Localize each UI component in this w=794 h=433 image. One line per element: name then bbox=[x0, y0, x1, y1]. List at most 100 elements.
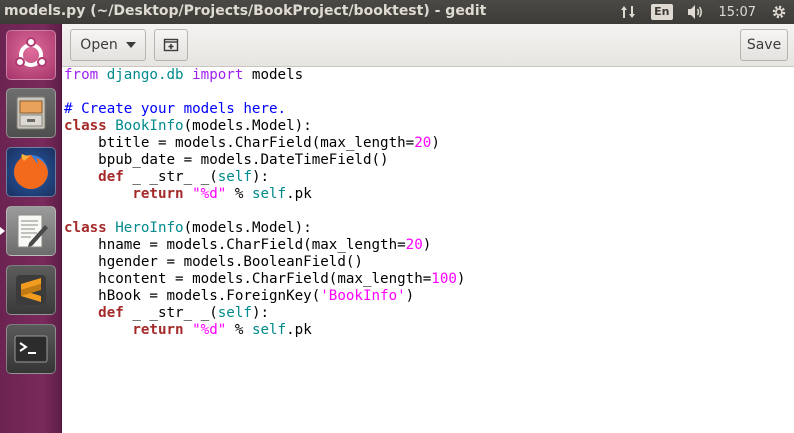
code-text: .pk bbox=[286, 186, 312, 202]
code-view[interactable]: from django.db import models # Create yo… bbox=[64, 67, 465, 339]
code-line[interactable]: return "%d" % self.pk bbox=[64, 186, 465, 203]
comment: # Create your models here. bbox=[64, 101, 287, 117]
self-token: self bbox=[251, 322, 287, 338]
ubuntu-logo-icon bbox=[15, 37, 47, 67]
code-line[interactable]: btitle = models.CharField(max_length=20) bbox=[64, 135, 465, 152]
clock[interactable]: 15:07 bbox=[719, 5, 756, 20]
text-editor-icon bbox=[17, 214, 48, 248]
code-text: bpub_date = models.DateTimeField() bbox=[64, 152, 389, 168]
code-text: ) bbox=[456, 271, 466, 287]
ubuntu-dash-button[interactable] bbox=[6, 30, 56, 80]
code-line[interactable]: bpub_date = models.DateTimeField() bbox=[64, 152, 465, 169]
save-button-label: Save bbox=[746, 37, 782, 53]
open-button-label: Open bbox=[80, 37, 118, 53]
code-text: ): bbox=[251, 305, 270, 321]
save-button[interactable]: Save bbox=[740, 29, 788, 61]
firefox-icon bbox=[14, 154, 48, 189]
gear-icon[interactable] bbox=[770, 3, 788, 21]
code-text: btitle = models.CharField(max_length= bbox=[64, 135, 415, 151]
code-text: hgender = models.BooleanField() bbox=[64, 254, 363, 270]
files-launcher-button[interactable] bbox=[6, 88, 56, 138]
keyword: class bbox=[64, 118, 107, 134]
toolbar: Open Save bbox=[62, 24, 794, 67]
code-text: hBook = models.ForeignKey( bbox=[64, 288, 321, 304]
code-text: ) bbox=[405, 288, 415, 304]
string-literal: "%d" bbox=[192, 322, 227, 338]
code-line[interactable]: hBook = models.ForeignKey('BookInfo') bbox=[64, 288, 465, 305]
self-token: self bbox=[217, 305, 252, 321]
keyword: def bbox=[98, 169, 124, 185]
new-document-button[interactable] bbox=[154, 29, 188, 61]
code-line[interactable]: hgender = models.BooleanField() bbox=[64, 254, 465, 271]
keyword: def bbox=[98, 305, 124, 321]
launcher bbox=[0, 24, 62, 433]
module-name: django.db bbox=[106, 67, 184, 83]
text-editor-launcher-button[interactable] bbox=[6, 206, 56, 256]
code-line[interactable]: from django.db import models bbox=[64, 67, 465, 84]
chevron-down-icon bbox=[125, 42, 136, 48]
self-token: self bbox=[251, 186, 287, 202]
code-line[interactable]: return "%d" % self.pk bbox=[64, 322, 465, 339]
self-token: self bbox=[217, 169, 252, 185]
code-line[interactable]: def _ _str_ _(self): bbox=[64, 305, 465, 322]
string-literal: 'BookInfo' bbox=[320, 288, 406, 304]
keyword: return bbox=[132, 322, 184, 338]
top-panel: models.py (~/Desktop/Projects/BookProjec… bbox=[0, 0, 794, 24]
code-text: % bbox=[226, 186, 252, 202]
code-text: .pk bbox=[286, 322, 312, 338]
code-text: ) bbox=[431, 135, 440, 151]
code-line[interactable] bbox=[64, 84, 465, 101]
code-line[interactable]: # Create your models here. bbox=[64, 101, 465, 118]
window-title: models.py (~/Desktop/Projects/BookProjec… bbox=[4, 3, 487, 19]
sublime-text-launcher-button[interactable] bbox=[6, 265, 56, 315]
code-text: _ _str_ _( bbox=[123, 169, 218, 185]
code-text: _ _str_ _( bbox=[123, 305, 218, 321]
keyboard-language-indicator[interactable]: En bbox=[651, 4, 673, 20]
class-name: BookInfo bbox=[115, 118, 184, 134]
number-literal: 100 bbox=[431, 271, 457, 287]
number-literal: 20 bbox=[414, 135, 432, 151]
open-button[interactable]: Open bbox=[70, 29, 146, 61]
keyword: return bbox=[132, 186, 184, 202]
file-cabinet-icon bbox=[16, 96, 46, 130]
string-literal: "%d" bbox=[192, 186, 227, 202]
code-line[interactable]: class HeroInfo(models.Model): bbox=[64, 220, 465, 237]
number-literal: 20 bbox=[405, 237, 423, 253]
code-text: (models.Model): bbox=[183, 118, 312, 134]
code-line[interactable] bbox=[64, 203, 465, 220]
keyword: from bbox=[64, 67, 99, 83]
code-text: hcontent = models.CharField(max_length= bbox=[64, 271, 432, 287]
active-app-indicator bbox=[0, 227, 5, 235]
code-line[interactable]: class BookInfo(models.Model): bbox=[64, 118, 465, 135]
terminal-icon bbox=[14, 335, 48, 363]
code-line[interactable]: def _ _str_ _(self): bbox=[64, 169, 465, 186]
terminal-launcher-button[interactable] bbox=[6, 324, 56, 374]
code-text: ): bbox=[251, 169, 270, 185]
volume-icon[interactable] bbox=[687, 3, 705, 21]
editor-area[interactable]: from django.db import models # Create yo… bbox=[62, 67, 794, 433]
firefox-launcher-button[interactable] bbox=[6, 147, 56, 197]
new-tab-icon bbox=[163, 38, 179, 52]
code-text: models bbox=[243, 67, 304, 83]
code-text: % bbox=[226, 322, 252, 338]
code-text: ) bbox=[422, 237, 432, 253]
code-line[interactable]: hname = models.CharField(max_length=20) bbox=[64, 237, 465, 254]
class-name: HeroInfo bbox=[115, 220, 184, 236]
code-text: hname = models.CharField(max_length= bbox=[64, 237, 406, 253]
panel-indicators: En 15:07 bbox=[619, 0, 788, 24]
sublime-text-icon bbox=[16, 275, 46, 305]
keyword: import bbox=[192, 67, 244, 83]
code-text: (models.Model): bbox=[183, 220, 312, 236]
code-line[interactable]: hcontent = models.CharField(max_length=1… bbox=[64, 271, 465, 288]
network-updown-icon[interactable] bbox=[619, 3, 637, 21]
